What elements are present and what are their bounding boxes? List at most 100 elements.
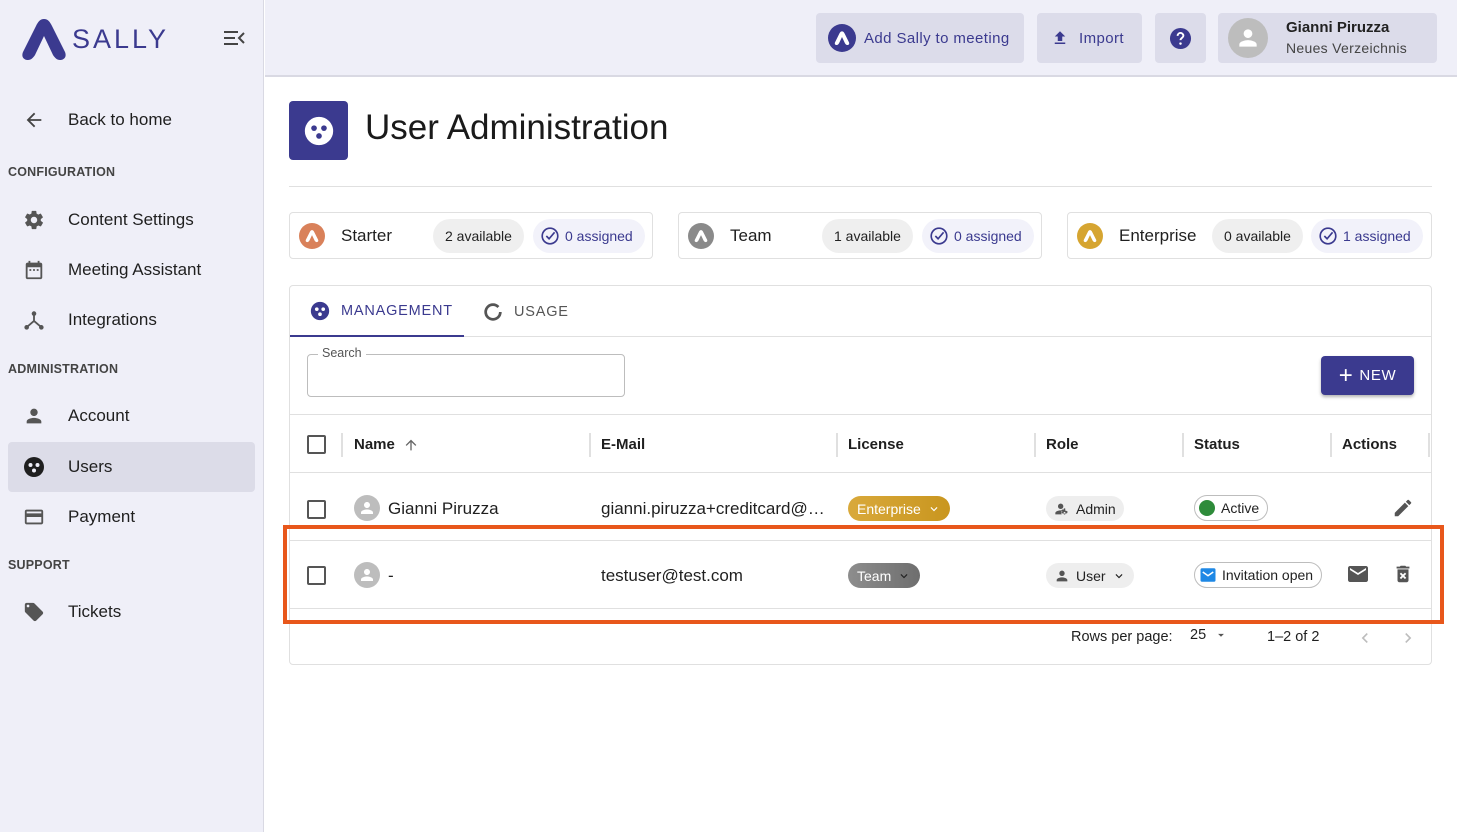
- team-badge-icon: [688, 223, 714, 249]
- rows-per-page-value: 25: [1190, 627, 1207, 643]
- sidebar-item-account[interactable]: Account: [8, 391, 255, 441]
- select-all-checkbox[interactable]: [307, 435, 326, 454]
- available-pill: 1 available: [822, 219, 913, 253]
- sally-logo[interactable]: SALLY: [20, 14, 200, 64]
- sidebar-item-payment[interactable]: Payment: [8, 492, 255, 542]
- arrow-left-icon: [22, 108, 46, 132]
- users-icon: [310, 301, 330, 320]
- previous-page-icon[interactable]: [1355, 628, 1375, 648]
- add-sally-label: Add Sally to meeting: [864, 29, 1010, 47]
- sidebar-item-label: Integrations: [68, 310, 157, 329]
- sidebar-item-label: Tickets: [68, 602, 122, 621]
- license-select[interactable]: Enterprise: [848, 496, 950, 521]
- sally-logo-icon: [22, 19, 66, 60]
- assigned-pill: 0 assigned: [533, 219, 645, 253]
- sort-ascending-icon[interactable]: [403, 437, 419, 453]
- sidebar-item-integrations[interactable]: Integrations: [8, 295, 255, 345]
- resend-invitation-button[interactable]: [1346, 562, 1370, 586]
- license-name: Starter: [341, 226, 393, 245]
- sidebar-item-label: Payment: [68, 507, 136, 526]
- status-badge: Invitation open: [1194, 562, 1323, 588]
- search-input[interactable]: [307, 354, 625, 397]
- active-status-dot: [1199, 500, 1215, 516]
- import-label: Import: [1079, 29, 1124, 47]
- sidebar-item-label: Content Settings: [68, 210, 194, 229]
- section-configuration: CONFIGURATION: [8, 165, 116, 179]
- new-user-button[interactable]: + NEW: [1321, 356, 1414, 395]
- header-name[interactable]: Name: [354, 436, 395, 453]
- sidebar-item-content-settings[interactable]: Content Settings: [8, 195, 255, 245]
- help-icon: [1169, 27, 1192, 50]
- edit-button[interactable]: [1391, 496, 1415, 520]
- tag-icon: [22, 600, 46, 624]
- rows-per-page-select[interactable]: 25: [1190, 627, 1228, 643]
- delete-button[interactable]: [1391, 562, 1415, 586]
- person-icon: [22, 404, 46, 428]
- role-label: User: [1076, 567, 1106, 584]
- assigned-pill: 1 assigned: [1311, 219, 1423, 253]
- topbar: Add Sally to meeting Import Gianni Piruz…: [265, 0, 1457, 77]
- role-select[interactable]: User: [1046, 563, 1134, 588]
- table-row[interactable]: Gianni Piruzza gianni.piruzza+creditcard…: [290, 474, 1431, 541]
- users-icon: [22, 455, 46, 479]
- user-menu[interactable]: Gianni Piruzza Neues Verzeichnis: [1218, 13, 1437, 63]
- license-select[interactable]: Team: [848, 563, 921, 588]
- status-label: Invitation open: [1222, 567, 1314, 583]
- help-button[interactable]: [1155, 13, 1206, 63]
- sidebar-item-label: Users: [68, 457, 113, 476]
- row-checkbox[interactable]: [307, 566, 326, 585]
- sally-avatar-icon: [828, 24, 856, 52]
- license-card-enterprise: Enterprise 0 available 1 assigned: [1067, 212, 1432, 259]
- sidebar-item-users[interactable]: Users: [8, 442, 255, 492]
- back-to-home-link[interactable]: Back to home: [8, 95, 255, 145]
- page-icon: [289, 101, 348, 160]
- assigned-label: 1 assigned: [1343, 228, 1411, 244]
- import-button[interactable]: Import: [1037, 13, 1142, 63]
- next-page-icon[interactable]: [1398, 628, 1418, 648]
- avatar: [354, 562, 380, 588]
- sidebar-item-meeting-assistant[interactable]: Meeting Assistant: [8, 245, 255, 295]
- available-pill: 0 available: [1212, 219, 1303, 253]
- status-label: Active: [1221, 500, 1260, 516]
- table-row[interactable]: - testuser@test.com Team User Invitation…: [290, 542, 1431, 609]
- mail-icon: [1348, 566, 1368, 582]
- column-divider: [341, 433, 343, 457]
- person-icon: [1056, 570, 1068, 581]
- sidebar-item-tickets[interactable]: Tickets: [8, 587, 255, 637]
- gear-icon: [22, 208, 46, 232]
- tab-management[interactable]: MANAGEMENT: [290, 286, 464, 337]
- header-email[interactable]: E-Mail: [601, 436, 645, 453]
- user-email: testuser@test.com: [601, 566, 743, 585]
- sidebar-item-label: Meeting Assistant: [68, 260, 202, 279]
- header-status[interactable]: Status: [1194, 436, 1240, 453]
- starter-badge-icon: [299, 223, 325, 249]
- menu-collapse-icon[interactable]: [222, 27, 246, 49]
- user-management-panel: MANAGEMENT USAGE Search + NEW Name E-Mai…: [289, 285, 1432, 665]
- column-divider: [836, 433, 838, 457]
- header-license[interactable]: License: [848, 436, 904, 453]
- rows-per-page-label: Rows per page:: [1071, 629, 1173, 645]
- upload-icon: [1054, 31, 1066, 44]
- chevron-down-icon: [900, 573, 908, 578]
- integrations-icon: [22, 308, 46, 332]
- header-role[interactable]: Role: [1046, 436, 1079, 453]
- chevron-down-icon: [930, 506, 938, 511]
- add-sally-to-meeting-button[interactable]: Add Sally to meeting: [816, 13, 1024, 63]
- tab-usage[interactable]: USAGE: [482, 286, 569, 337]
- sidebar-item-label: Account: [68, 406, 130, 425]
- plus-icon: +: [1338, 361, 1354, 389]
- new-button-label: NEW: [1359, 367, 1397, 384]
- user-directory: Neues Verzeichnis: [1286, 40, 1408, 56]
- license-label: Enterprise: [857, 500, 921, 517]
- check-circle-icon: [541, 227, 559, 245]
- column-divider: [1034, 433, 1036, 457]
- logo-text: SALLY: [72, 23, 170, 54]
- avatar: [354, 495, 380, 521]
- email-status-icon: [1200, 568, 1216, 582]
- available-pill: 2 available: [433, 219, 524, 253]
- row-checkbox[interactable]: [307, 500, 326, 519]
- license-label: Team: [857, 567, 892, 584]
- column-divider: [589, 433, 591, 457]
- role-chip: Admin: [1046, 496, 1124, 521]
- check-circle-icon: [1319, 227, 1337, 245]
